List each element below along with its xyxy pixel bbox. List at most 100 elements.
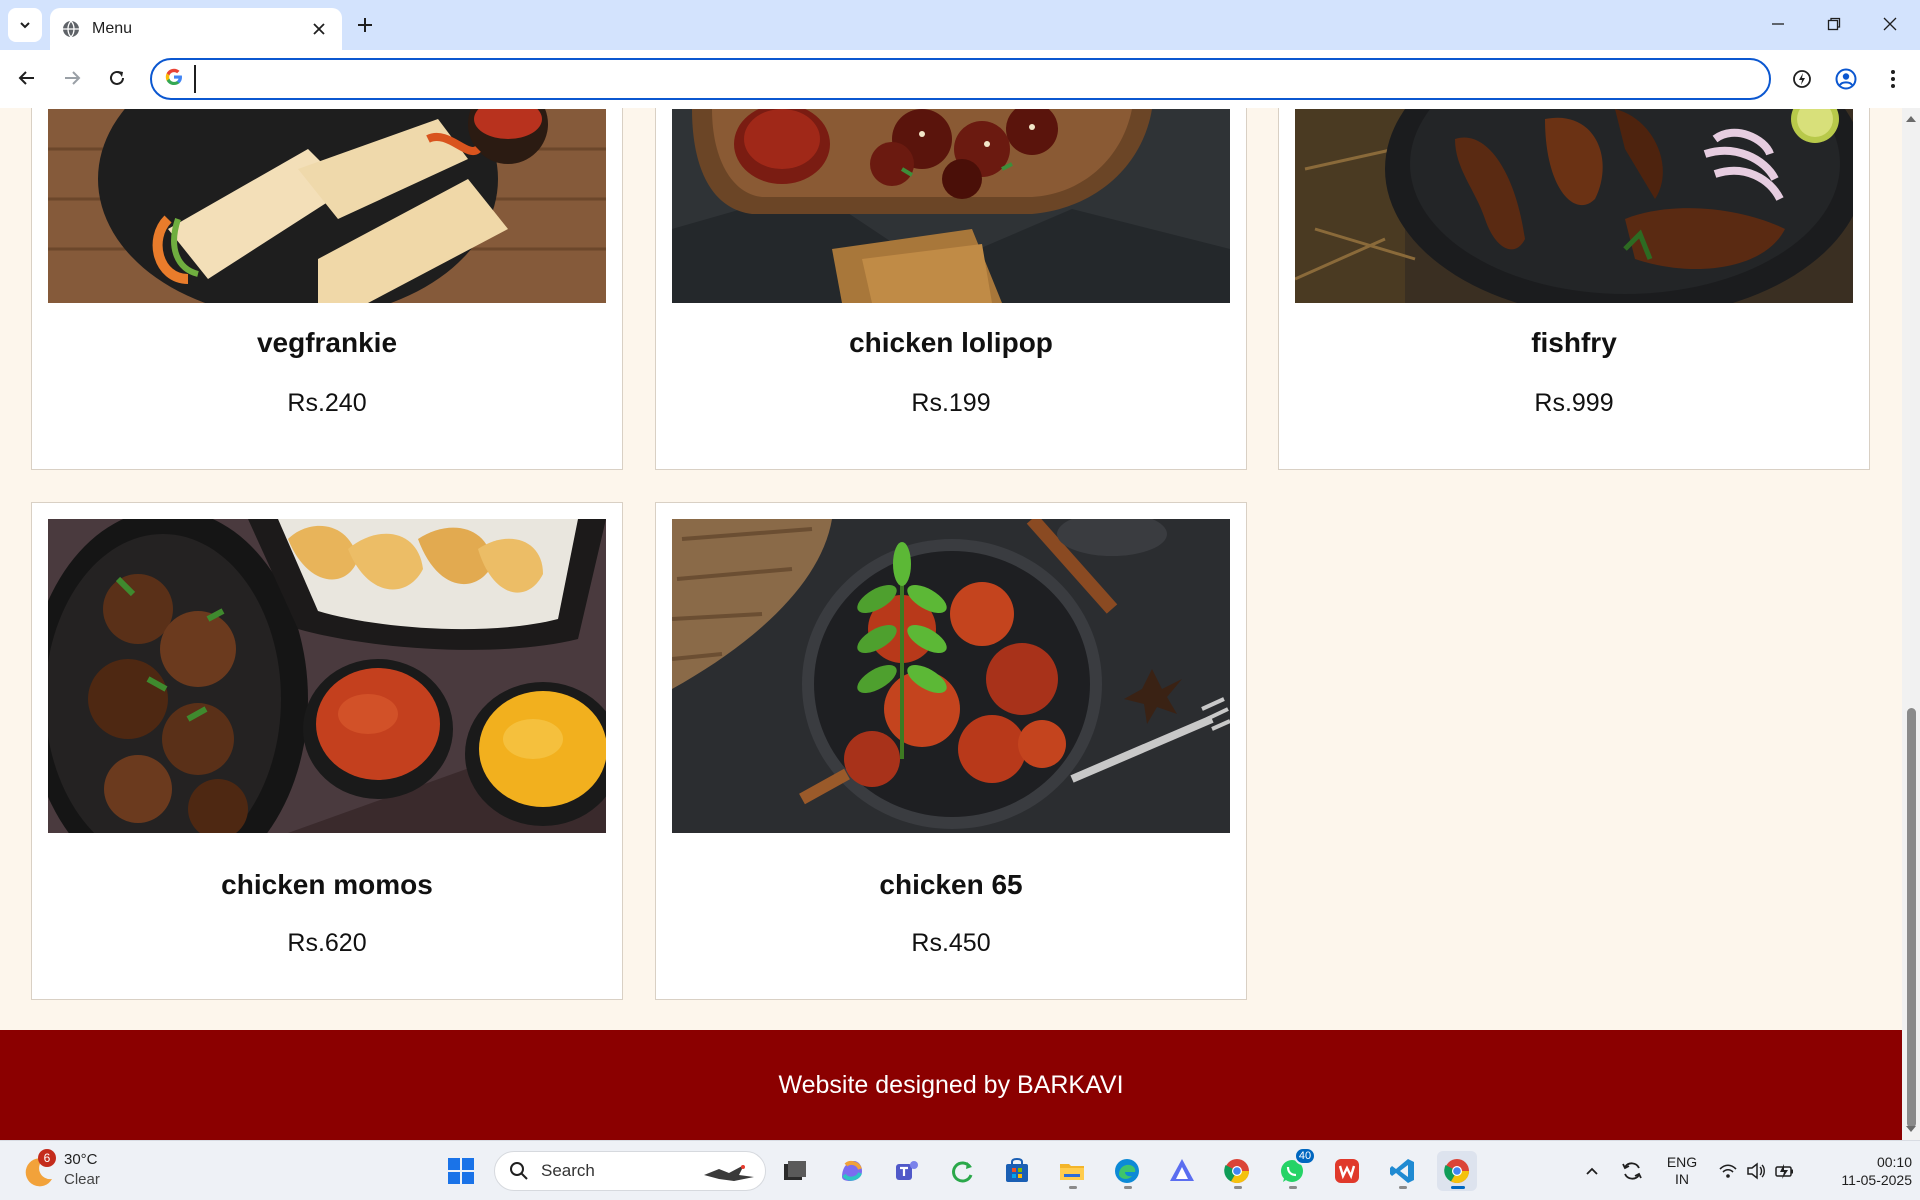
- clock-button[interactable]: 00:10 11-05-2025: [1812, 1151, 1912, 1191]
- sync-status-button[interactable]: [1612, 1151, 1652, 1191]
- vscode-button[interactable]: [1382, 1151, 1422, 1191]
- notification-badge: 40: [1294, 1147, 1316, 1165]
- close-window-button[interactable]: [1870, 8, 1910, 40]
- page-scrollbar[interactable]: [1902, 108, 1920, 1140]
- chevron-down-icon: [20, 22, 30, 29]
- vscode-icon: [1390, 1159, 1414, 1183]
- address-input[interactable]: [194, 65, 1769, 93]
- site-footer: Website designed by BARKAVI: [0, 1030, 1902, 1140]
- chrome-active-button[interactable]: [1437, 1151, 1477, 1191]
- menu-card[interactable]: fishfry Rs.999: [1278, 108, 1870, 470]
- whatsapp-button[interactable]: 40: [1272, 1147, 1316, 1191]
- active-indicator: [1451, 1186, 1465, 1189]
- battery-charging-icon: [1775, 1164, 1793, 1179]
- close-icon: [1883, 17, 1897, 31]
- running-indicator: [1399, 1186, 1407, 1189]
- profile-button[interactable]: [1830, 63, 1862, 95]
- triangle-app-icon: [1170, 1159, 1194, 1181]
- restore-window-button[interactable]: [1814, 8, 1854, 40]
- language-indicator[interactable]: ENG IN: [1660, 1151, 1704, 1191]
- menu-card[interactable]: chicken 65 Rs.450: [655, 502, 1247, 1000]
- google-icon: [164, 67, 184, 92]
- wps-office-button[interactable]: [1327, 1151, 1367, 1191]
- menu-card[interactable]: vegfrankie Rs.240: [31, 108, 623, 470]
- globe-icon: [62, 20, 80, 38]
- menu-item-name: chicken lolipop: [849, 327, 1053, 358]
- menu-item-image: [672, 519, 1230, 833]
- wps-icon: [1335, 1159, 1359, 1183]
- scrollbar-thumb[interactable]: [1907, 708, 1916, 1128]
- running-indicator: [1069, 1186, 1077, 1189]
- page-viewport: vegfrankie Rs.240 chicken lolipop Rs.199…: [0, 108, 1902, 1140]
- browser-tab-strip: Menu: [0, 0, 1920, 50]
- copilot-icon: [842, 1160, 862, 1181]
- start-button[interactable]: [441, 1151, 481, 1191]
- chrome-button[interactable]: [1217, 1151, 1257, 1191]
- running-indicator: [1124, 1186, 1132, 1189]
- app-launcher-button[interactable]: [1162, 1151, 1202, 1191]
- menu-item-image: [672, 109, 1230, 303]
- task-view-button[interactable]: [775, 1151, 815, 1191]
- teams-button[interactable]: [887, 1151, 927, 1191]
- menu-item-price: Rs.240: [287, 389, 367, 417]
- weather-temperature: 30°C: [64, 1151, 98, 1168]
- menu-item-image: [48, 519, 606, 833]
- tab-search-button[interactable]: [8, 8, 42, 42]
- restore-icon: [1827, 17, 1841, 31]
- profile-icon: [1835, 68, 1857, 90]
- address-bar[interactable]: [150, 58, 1771, 100]
- new-tab-button[interactable]: [352, 12, 378, 38]
- volume-icon: [1747, 1162, 1765, 1180]
- minimize-window-button[interactable]: [1758, 8, 1798, 40]
- reload-button[interactable]: [102, 63, 132, 93]
- bird-doodle-icon: [704, 1165, 754, 1181]
- weather-widget[interactable]: 6 30°C Clear: [22, 1149, 142, 1193]
- menu-item-price: Rs.199: [911, 389, 991, 417]
- speedometer-icon: [1793, 70, 1811, 88]
- browser-menu-button[interactable]: [1877, 63, 1909, 95]
- tab-menu[interactable]: Menu: [50, 8, 342, 50]
- menu-item-image: [1295, 109, 1853, 303]
- arrow-left-icon: [18, 71, 34, 85]
- wifi-icon: [1719, 1164, 1737, 1178]
- store-bag-icon: [1006, 1157, 1028, 1182]
- refresh-app-button[interactable]: [942, 1151, 982, 1191]
- menu-item-price: Rs.999: [1534, 389, 1614, 417]
- taskbar-search[interactable]: Search: [494, 1151, 766, 1191]
- menu-item-name: chicken momos: [221, 869, 433, 900]
- teams-icon: [896, 1161, 918, 1180]
- weather-condition: Clear: [64, 1171, 100, 1188]
- footer-credit: Website designed by BARKAVI: [778, 1070, 1124, 1099]
- browser-toolbar: [0, 50, 1920, 108]
- menu-card[interactable]: chicken lolipop Rs.199: [655, 108, 1247, 470]
- windows-logo-icon: [448, 1158, 474, 1184]
- folder-icon: [1060, 1164, 1084, 1180]
- menu-item-price: Rs.450: [911, 929, 991, 957]
- more-vertical-icon: [1891, 70, 1895, 88]
- file-explorer-button[interactable]: [1052, 1151, 1092, 1191]
- copilot-button[interactable]: [832, 1151, 872, 1191]
- edge-icon: [1115, 1159, 1139, 1183]
- performance-button[interactable]: [1786, 63, 1818, 95]
- edge-button[interactable]: [1107, 1151, 1147, 1191]
- close-tab-icon[interactable]: [308, 18, 330, 40]
- menu-item-name: chicken 65: [879, 869, 1023, 900]
- forward-button[interactable]: [57, 63, 87, 93]
- chrome-icon: [1224, 1159, 1249, 1184]
- scroll-down-icon[interactable]: [1906, 1124, 1916, 1134]
- back-button[interactable]: [12, 63, 42, 93]
- menu-item-name: vegfrankie: [256, 327, 398, 358]
- minimize-icon: [1772, 23, 1784, 25]
- menu-card[interactable]: chicken momos Rs.620: [31, 502, 623, 1000]
- running-indicator: [1289, 1186, 1297, 1189]
- menu-item-price: Rs.620: [287, 929, 367, 957]
- language-code: ENG: [1666, 1154, 1698, 1170]
- task-view-icon: [784, 1161, 806, 1180]
- scroll-up-icon[interactable]: [1906, 114, 1916, 124]
- chevron-up-icon: [1586, 1167, 1598, 1175]
- show-hidden-icons-button[interactable]: [1572, 1151, 1612, 1191]
- microsoft-store-button[interactable]: [997, 1151, 1037, 1191]
- clock-date: 11-05-2025: [1841, 1172, 1912, 1188]
- quick-settings-button[interactable]: [1712, 1151, 1802, 1191]
- region-code: IN: [1675, 1171, 1689, 1187]
